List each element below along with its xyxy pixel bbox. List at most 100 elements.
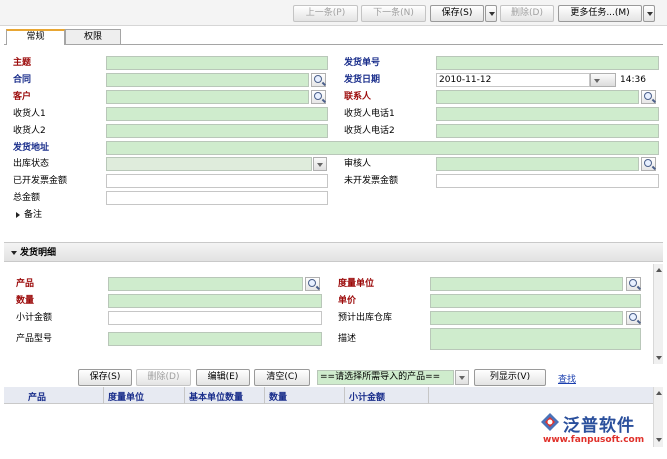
phone1-label: 收货人电话1 — [344, 109, 395, 119]
price-field[interactable] — [430, 294, 641, 308]
receiver2-label: 收货人2 — [13, 126, 46, 136]
ship-no-label: 发货单号 — [344, 58, 381, 68]
invoiced-label: 已开发票金额 — [13, 176, 68, 186]
contact-field[interactable] — [436, 90, 639, 104]
prev-record-button[interactable]: 上一条(P) — [293, 5, 358, 22]
search-icon — [308, 279, 316, 287]
product-import-select[interactable]: ==请选择所需导入的产品== — [317, 370, 454, 385]
detail-table-header: 产品 度量单位 基本单位数量 数量 小计金额 — [4, 387, 659, 404]
product-lookup-button[interactable] — [305, 277, 320, 291]
price-label: 单价 — [338, 296, 357, 306]
column-divider[interactable] — [428, 387, 429, 404]
remarks-label[interactable]: 备注 — [24, 209, 42, 221]
column-divider[interactable] — [103, 387, 104, 404]
out-status-label: 出库状态 — [13, 159, 50, 169]
logo-icon — [541, 413, 559, 431]
more-tasks-dropdown-arrow[interactable] — [643, 5, 655, 22]
column-display-button[interactable]: 列显示(V) — [474, 369, 546, 386]
receiver2-field[interactable] — [106, 124, 328, 138]
search-icon — [314, 75, 322, 83]
column-header-product[interactable]: 产品 — [28, 390, 46, 403]
subject-field[interactable] — [106, 56, 328, 70]
column-divider[interactable] — [264, 387, 265, 404]
ship-date-field[interactable]: 2010-11-12 — [436, 73, 590, 87]
address-label: 发货地址 — [13, 143, 50, 153]
warehouse-field[interactable] — [430, 311, 623, 325]
scroll-up-icon[interactable] — [656, 391, 662, 395]
phone2-label: 收货人电话2 — [344, 126, 395, 136]
detail-section-title: 发货明细 — [20, 248, 57, 258]
model-field[interactable] — [108, 332, 322, 346]
chevron-down-icon[interactable] — [455, 370, 469, 385]
subject-label: 主题 — [13, 58, 32, 68]
search-icon — [629, 313, 637, 321]
quantity-label: 数量 — [16, 296, 35, 306]
contract-field[interactable] — [106, 73, 309, 87]
receiver1-label: 收货人1 — [13, 109, 46, 119]
column-header-base-qty[interactable]: 基本单位数量 — [189, 390, 243, 403]
find-link[interactable]: 查找 — [558, 372, 576, 385]
logo-name: 泛普软件 — [563, 416, 635, 436]
total-amount-field[interactable] — [106, 191, 328, 205]
uninvoiced-amount-field[interactable] — [436, 174, 659, 188]
reviewer-field[interactable] — [436, 157, 639, 171]
customer-label: 客户 — [13, 92, 32, 102]
next-record-button[interactable]: 下一条(N) — [361, 5, 426, 22]
contract-lookup-button[interactable] — [311, 73, 326, 87]
description-field[interactable] — [430, 328, 641, 350]
column-divider[interactable] — [344, 387, 345, 404]
warehouse-lookup-button[interactable] — [626, 311, 641, 325]
more-tasks-button[interactable]: 更多任务...(M) — [558, 5, 642, 22]
tab-divider — [4, 44, 663, 45]
tab-general[interactable]: 常规 — [6, 29, 65, 45]
ship-time-value[interactable]: 14:36 — [620, 74, 646, 86]
phone1-field[interactable] — [436, 107, 659, 121]
save-button[interactable]: 保存(S) — [430, 5, 484, 22]
phone2-field[interactable] — [436, 124, 659, 138]
description-label: 描述 — [338, 334, 357, 344]
contract-label: 合同 — [13, 75, 32, 85]
reviewer-label: 审核人 — [344, 159, 372, 169]
subtotal-field[interactable] — [108, 311, 322, 325]
logo-url: www.fanpusoft.com — [543, 435, 645, 445]
product-field[interactable] — [108, 277, 303, 291]
column-header-quantity[interactable]: 数量 — [269, 390, 287, 403]
unit-lookup-button[interactable] — [626, 277, 641, 291]
customer-field[interactable] — [106, 90, 309, 104]
search-icon — [629, 279, 637, 287]
column-divider[interactable] — [184, 387, 185, 404]
scroll-up-icon[interactable] — [656, 268, 662, 272]
column-header-unit[interactable]: 度量单位 — [108, 390, 144, 403]
delete-button[interactable]: 删除(D) — [500, 5, 554, 22]
detail-save-button[interactable]: 保存(S) — [78, 369, 132, 386]
warehouse-label: 预计出库仓库 — [338, 313, 393, 323]
contact-label: 联系人 — [344, 92, 372, 102]
detail-delete-button[interactable]: 删除(D) — [136, 369, 191, 386]
reviewer-lookup-button[interactable] — [641, 157, 656, 171]
customer-lookup-button[interactable] — [311, 90, 326, 104]
detail-clear-button[interactable]: 清空(C) — [254, 369, 310, 386]
save-dropdown-arrow[interactable] — [485, 5, 497, 22]
chevron-down-icon[interactable] — [313, 157, 327, 171]
quantity-field[interactable] — [108, 294, 322, 308]
unit-field[interactable] — [430, 277, 623, 291]
detail-section-header[interactable]: 发货明细 — [4, 242, 663, 262]
address-field[interactable] — [106, 141, 659, 155]
collapse-down-icon[interactable] — [11, 251, 17, 255]
invoiced-amount-field[interactable] — [106, 174, 328, 188]
contact-lookup-button[interactable] — [641, 90, 656, 104]
product-label: 产品 — [16, 279, 35, 289]
column-header-subtotal[interactable]: 小计金额 — [349, 390, 385, 403]
calendar-dropdown[interactable] — [590, 73, 616, 87]
detail-edit-button[interactable]: 编辑(E) — [196, 369, 250, 386]
model-label: 产品型号 — [16, 334, 53, 344]
scroll-down-icon[interactable] — [656, 356, 662, 360]
unit-label: 度量单位 — [338, 279, 375, 289]
out-status-select[interactable] — [106, 157, 312, 171]
subtotal-label: 小计金额 — [16, 313, 53, 323]
ship-no-field[interactable] — [436, 56, 659, 70]
detail-scrollbar[interactable] — [653, 264, 663, 364]
tab-permissions[interactable]: 权限 — [65, 29, 121, 44]
expand-right-icon[interactable] — [16, 212, 20, 218]
receiver1-field[interactable] — [106, 107, 328, 121]
